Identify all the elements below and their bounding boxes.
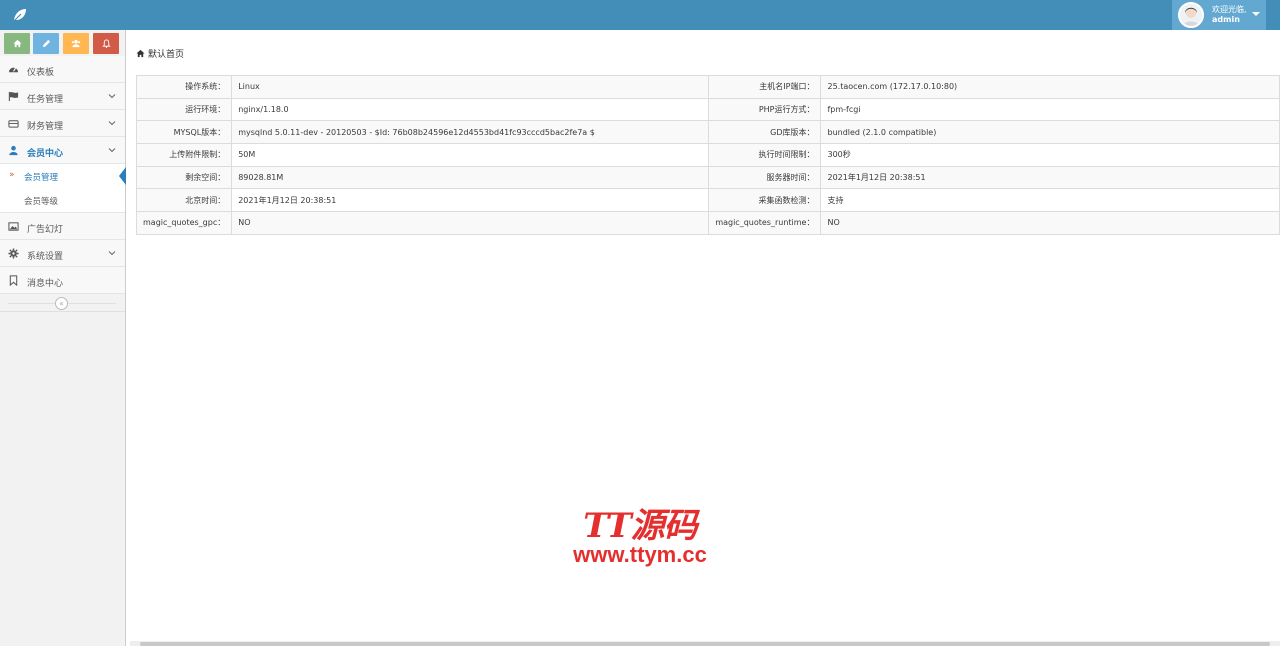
info-key: 操作系统：: [135, 75, 233, 99]
flag-icon: [8, 91, 19, 102]
info-key: 服务器时间：: [708, 165, 822, 190]
sidebar-item-finance[interactable]: 财务管理: [0, 110, 125, 137]
sidebar-item-settings[interactable]: 系统设置: [0, 240, 125, 267]
chevron-down-icon: [108, 251, 116, 256]
active-pointer-icon: [119, 167, 126, 185]
info-value: 89028.81M: [231, 165, 710, 190]
info-value: bundled (2.1.0 compatible): [820, 120, 1280, 145]
info-value: 2021年1月12日 20:38:51: [820, 165, 1280, 190]
wallet-icon: [8, 120, 19, 128]
shortcut-users-button[interactable]: [63, 33, 89, 54]
sidebar-item-members[interactable]: 会员中心: [0, 137, 125, 164]
sidebar-item-label: 仪表板: [27, 68, 55, 78]
info-key: GD库版本：: [708, 120, 822, 145]
watermark-url: www.ttym.cc: [573, 542, 707, 567]
sidebar-item-label: 系统设置: [27, 252, 64, 262]
info-key: 运行环境：: [135, 97, 233, 122]
system-info-table: 操作系统： Linux 主机名IP端口： 25.taocen.com (172.…: [135, 75, 1280, 235]
watermark-title: TT源码: [583, 506, 697, 546]
home-icon[interactable]: [136, 49, 145, 58]
sidebar-item-label: 消息中心: [27, 279, 64, 289]
bell-icon: [101, 39, 111, 48]
info-key: magic_quotes_runtime：: [708, 211, 822, 235]
sidebar-item-label: 广告幻灯: [27, 225, 64, 235]
info-value: Linux: [231, 75, 710, 99]
sidebar-collapse-bar: «: [0, 294, 125, 312]
sidebar-subitem-label: 会员管理: [24, 173, 59, 183]
pencil-icon: [42, 39, 50, 48]
scrollbar-thumb[interactable]: [140, 642, 1270, 646]
leaf-icon[interactable]: [12, 7, 28, 23]
welcome-text: 欢迎光临,: [1212, 5, 1247, 14]
watermark: TT源码 www.ttym.cc: [560, 508, 720, 566]
sidebar-subitem-label: 会员等级: [24, 197, 59, 207]
sidebar-subitem-member-level[interactable]: 会员等级: [0, 188, 125, 212]
bookmark-icon: [9, 275, 18, 286]
chevron-down-icon: [108, 148, 116, 153]
info-key: 上传附件限制：: [135, 143, 233, 167]
info-value: NO: [820, 211, 1280, 235]
shortcut-edit-button[interactable]: [33, 33, 59, 54]
username: admin: [1212, 15, 1240, 24]
shortcut-home-button[interactable]: [4, 33, 30, 54]
info-key: 执行时间限制：: [708, 143, 822, 167]
sidebar-subitem-member-manage[interactable]: » 会员管理: [0, 164, 126, 188]
table-row: 操作系统： Linux 主机名IP端口： 25.taocen.com (172.…: [135, 75, 1280, 99]
sidebar-item-label: 财务管理: [27, 122, 64, 132]
sidebar-item-label: 任务管理: [27, 95, 64, 105]
info-key: MYSQL版本：: [135, 120, 233, 145]
table-row: magic_quotes_gpc： NO magic_quotes_runtim…: [135, 211, 1280, 235]
info-key: 主机名IP端口：: [708, 75, 822, 99]
sidebar-item-dashboard[interactable]: 仪表板: [0, 56, 125, 83]
table-row: 运行环境： nginx/1.18.0 PHP运行方式： fpm-fcgi: [135, 97, 1280, 122]
sidebar: 仪表板 任务管理 财务管理 会员中心 » 会员管理 会员等级 广告幻灯 系统设置: [0, 30, 126, 646]
image-icon: [8, 222, 19, 231]
chevron-down-icon: [108, 121, 116, 126]
gear-icon: [8, 248, 19, 259]
info-key: magic_quotes_gpc：: [135, 211, 233, 235]
double-angle-left-icon[interactable]: «: [55, 297, 68, 310]
shortcut-notify-button[interactable]: [93, 33, 119, 54]
dashboard-icon: [8, 67, 19, 73]
info-value: mysqlnd 5.0.11-dev - 20120503 - $Id: 76b…: [231, 120, 710, 145]
info-value: nginx/1.18.0: [231, 97, 710, 122]
info-value: 支持: [820, 188, 1280, 213]
navbar: 欢迎光临, admin: [0, 0, 1280, 30]
info-key: PHP运行方式：: [708, 97, 822, 122]
sidebar-item-ads[interactable]: 广告幻灯: [0, 213, 125, 240]
table-row: 北京时间： 2021年1月12日 20:38:51 采集函数检测： 支持: [135, 188, 1280, 213]
info-value: 50M: [231, 143, 710, 167]
info-value: 300秒: [820, 143, 1280, 167]
table-row: 上传附件限制： 50M 执行时间限制： 300秒: [135, 143, 1280, 167]
chevron-down-icon: [108, 94, 116, 99]
shortcuts: [0, 30, 125, 56]
horizontal-scrollbar[interactable]: [130, 641, 1280, 646]
info-key: 北京时间：: [135, 188, 233, 213]
info-value: 25.taocen.com (172.17.0.10:80): [820, 75, 1280, 99]
info-value: NO: [231, 211, 710, 235]
sidebar-item-label: 会员中心: [27, 149, 64, 159]
info-value: fpm-fcgi: [820, 97, 1280, 122]
breadcrumb: 默认首页: [136, 47, 184, 60]
sidebar-item-tasks[interactable]: 任务管理: [0, 83, 125, 110]
info-value: 2021年1月12日 20:38:51: [231, 188, 710, 213]
info-key: 剩余空间：: [135, 165, 233, 190]
breadcrumb-home-link[interactable]: 默认首页: [148, 47, 184, 60]
caret-down-icon[interactable]: [1252, 12, 1260, 16]
avatar[interactable]: [1178, 2, 1204, 28]
sidebar-item-messages[interactable]: 消息中心: [0, 267, 125, 294]
members-submenu: » 会员管理 会员等级: [0, 164, 126, 213]
user-icon: [9, 145, 18, 156]
user-menu[interactable]: 欢迎光临, admin: [1172, 0, 1266, 30]
angle-right-icon: »: [9, 170, 15, 180]
info-key: 采集函数检测：: [708, 188, 822, 213]
table-row: 剩余空间： 89028.81M 服务器时间： 2021年1月12日 20:38:…: [135, 165, 1280, 190]
table-row: MYSQL版本： mysqlnd 5.0.11-dev - 20120503 -…: [135, 120, 1280, 145]
users-icon: [71, 39, 81, 48]
home-icon: [12, 39, 22, 48]
